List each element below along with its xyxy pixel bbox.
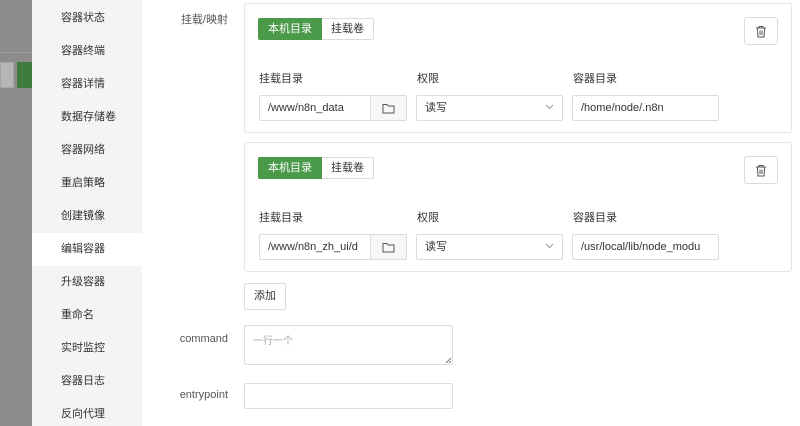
entrypoint-label: entrypoint [179,389,228,401]
mount-type-volume-button[interactable]: 挂载卷 [322,18,374,40]
mount-label: 挂载/映射 [180,14,228,26]
chevron-down-icon [545,243,554,249]
menu-item-edit-container[interactable]: 编辑容器 [32,233,142,266]
command-textarea[interactable] [244,325,453,365]
permission-select-value: 读写 [425,102,447,114]
dialog-side-menu: 容器状态 容器终端 容器详情 数据存储卷 容器网络 重启策略 创建镜像 编辑容器… [32,0,142,426]
menu-item-reverse-proxy[interactable]: 反向代理 [32,398,142,426]
trash-icon [756,25,766,37]
permission-select[interactable]: 读写 [416,234,563,260]
menu-item-container-network[interactable]: 容器网络 [32,134,142,167]
mount-dir-label: 挂载目录 [259,73,303,85]
backdrop-button [17,62,32,88]
edit-form: 挂载/映射 本机目录 挂载卷 挂载目录 权限 容器目录 /www/n8n_dat… [142,0,800,426]
edit-container-dialog: 容器状态 容器终端 容器详情 数据存储卷 容器网络 重启策略 创建镜像 编辑容器… [32,0,800,426]
mount-type-local-button[interactable]: 本机目录 [258,18,322,40]
permission-label: 权限 [417,73,439,85]
modal-backdrop [0,0,32,426]
chevron-down-icon [545,104,554,110]
delete-mount-button[interactable] [744,156,778,184]
container-dir-label: 容器目录 [573,212,617,224]
browse-folder-button[interactable] [371,234,407,260]
mount-type-local-button[interactable]: 本机目录 [258,157,322,179]
resize-grip-icon[interactable] [445,357,452,364]
mount-type-volume-button[interactable]: 挂载卷 [322,157,374,179]
delete-mount-button[interactable] [744,17,778,45]
permission-label: 权限 [417,212,439,224]
trash-icon [756,164,766,176]
entrypoint-input[interactable] [244,383,453,409]
menu-item-create-image[interactable]: 创建镜像 [32,200,142,233]
folder-icon [382,242,395,252]
menu-item-restart-policy[interactable]: 重启策略 [32,167,142,200]
add-mount-button[interactable]: 添加 [244,283,286,310]
menu-item-container-details[interactable]: 容器详情 [32,68,142,101]
container-dir-input[interactable]: /usr/local/lib/node_modu [572,234,719,260]
permission-select[interactable]: 读写 [416,95,563,121]
host-dir-input[interactable]: /www/n8n_zh_ui/d [259,234,371,260]
backdrop-input [0,62,14,88]
menu-item-upgrade-container[interactable]: 升级容器 [32,266,142,299]
backdrop-divider [0,52,32,53]
container-dir-label: 容器目录 [573,73,617,85]
menu-item-container-terminal[interactable]: 容器终端 [32,35,142,68]
menu-item-realtime-monitor[interactable]: 实时监控 [32,332,142,365]
menu-item-rename[interactable]: 重命名 [32,299,142,332]
mount-type-switch: 本机目录 挂载卷 [258,18,374,40]
command-label: command [179,333,228,345]
menu-item-container-logs[interactable]: 容器日志 [32,365,142,398]
browse-folder-button[interactable] [371,95,407,121]
container-dir-input[interactable]: /home/node/.n8n [572,95,719,121]
mount-type-switch: 本机目录 挂载卷 [258,157,374,179]
menu-item-container-status[interactable]: 容器状态 [32,2,142,35]
permission-select-value: 读写 [425,241,447,253]
mount-dir-label: 挂载目录 [259,212,303,224]
menu-item-data-volumes[interactable]: 数据存储卷 [32,101,142,134]
mount-card-1: 本机目录 挂载卷 挂载目录 权限 容器目录 /www/n8n_data 读写 /… [244,3,792,133]
folder-icon [382,103,395,113]
mount-card-2: 本机目录 挂载卷 挂载目录 权限 容器目录 /www/n8n_zh_ui/d 读… [244,142,792,272]
host-dir-input[interactable]: /www/n8n_data [259,95,371,121]
